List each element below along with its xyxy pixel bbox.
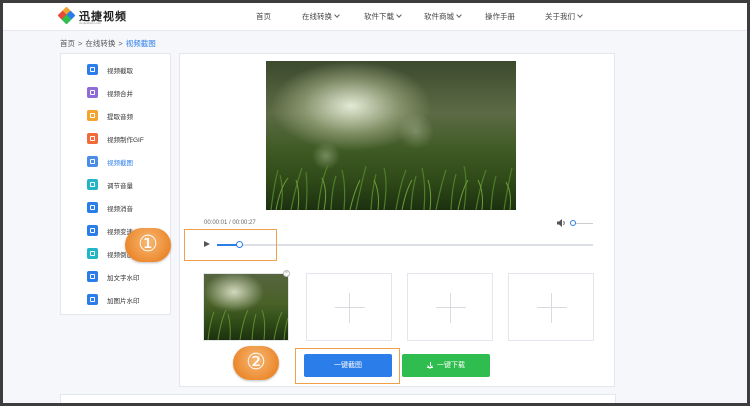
breadcrumb-parent[interactable]: 在线转换 [85,39,115,48]
sidebar-item-label: 视频消音 [107,205,133,213]
chevron-down-icon [577,12,583,18]
nav-manual[interactable]: 操作手册 [485,3,515,31]
reverse-icon [87,248,98,259]
grass-image [270,164,513,210]
video-preview[interactable] [266,61,516,210]
breadcrumb-separator: > [78,39,83,48]
plus-icon [436,307,466,308]
screenshot-workspace: 00:00:01 / 00:00:27 × 一键截图 一键下载 [179,53,615,387]
sidebar-item-extract-audio[interactable]: 提取音频 [61,104,172,127]
nav-label: 操作手册 [485,12,515,21]
sidebar-item-label: 视频合并 [107,90,133,98]
volume-knob[interactable] [570,220,576,226]
nav-label: 在线转换 [302,12,332,21]
merge-icon [87,87,98,98]
sidebar-item-label: 视频制作GIF [107,136,144,144]
sidebar-item-label: 调节音量 [107,182,133,190]
sidebar-item-mute-video[interactable]: 视频消音 [61,196,172,219]
site-logo[interactable]: 迅捷视频 xunjieshipin.com [57,6,139,26]
page: 迅捷视频 xunjieshipin.com 首页 在线转换 软件下载 软件商城 … [3,3,747,403]
breadcrumb-home[interactable]: 首页 [60,39,75,48]
plus-icon [349,293,350,323]
annotation-step-2: ② [233,346,279,380]
nav-label: 首页 [256,12,271,21]
text-watermark-icon [87,271,98,282]
speaker-icon[interactable] [557,219,567,227]
thumbnail-slot-empty[interactable] [407,273,493,341]
sidebar-item-image-watermark[interactable]: 加图片水印 [61,288,172,311]
close-icon[interactable]: × [283,270,290,277]
breadcrumb-current: 视频截图 [125,39,156,48]
nav-label: 关于我们 [545,12,575,21]
nav-label: 软件商城 [424,12,454,21]
sidebar-item-text-watermark[interactable]: 加文字水印 [61,265,172,288]
gif-icon [87,133,98,144]
nav-home[interactable]: 首页 [256,3,271,31]
sidebar-item-video-screenshot[interactable]: 视频截图 [61,150,172,173]
sidebar-item-label: 视频截取 [107,67,133,75]
thumbnail-slot-empty[interactable] [306,273,392,341]
breadcrumb-separator: > [118,39,123,48]
nav-about-us[interactable]: 关于我们 [545,3,583,31]
current-time: 00:00:01 [204,220,228,226]
logo-subtext: xunjieshipin.com [79,21,102,25]
screenshot-icon [87,156,98,167]
thumbnail-slot-filled[interactable] [203,273,289,341]
breadcrumb: 首页 > 在线转换 > 视频截图 [60,38,156,49]
sidebar-item-video-merge[interactable]: 视频合并 [61,81,172,104]
scissors-icon [87,64,98,75]
time-separator: / [229,220,231,226]
image-watermark-icon [87,294,98,305]
annotation-step-1: ① [125,228,171,262]
chevron-down-icon [396,12,402,18]
thumbnail-slot-empty[interactable] [508,273,594,341]
chevron-down-icon [334,12,340,18]
plus-icon [450,293,451,323]
plus-icon [335,307,365,308]
nav-software-store[interactable]: 软件商城 [424,3,462,31]
nav-software-download[interactable]: 软件下载 [364,3,402,31]
annotation-box-progress [184,229,277,261]
screenshot-thumbnail [204,274,289,341]
nav-online-convert[interactable]: 在线转换 [302,3,340,31]
sidebar-item-label: 视频截图 [107,159,133,167]
plus-icon [551,293,552,323]
mute-icon [87,202,98,213]
speed-icon [87,225,98,236]
sidebar-item-label: 加文字水印 [107,274,140,282]
grass-image [207,309,289,341]
sidebar-item-video-cut[interactable]: 视频截取 [61,58,172,81]
nav-label: 软件下载 [364,12,394,21]
sidebar-item-label: 加图片水印 [107,297,140,305]
bottom-panel [60,394,616,403]
download-button[interactable]: 一键下载 [402,354,490,377]
volume-icon [87,179,98,190]
download-button-label: 一键下载 [437,362,465,369]
annotation-box-capture [295,348,400,384]
duration: 00:00:27 [232,220,256,226]
tool-sidebar: 视频截取 视频合并 提取音频 视频制作GIF 视频截图 调节音量 视频消音 视频… [60,53,171,315]
headphones-icon [87,110,98,121]
plus-icon [537,307,567,308]
sidebar-item-label: 提取音频 [107,113,133,121]
sidebar-item-video-gif[interactable]: 视频制作GIF [61,127,172,150]
download-icon [427,362,433,368]
logo-icon [57,6,76,25]
playback-time: 00:00:01 / 00:00:27 [204,220,256,226]
sidebar-item-adjust-volume[interactable]: 调节音量 [61,173,172,196]
top-navigation-bar: 迅捷视频 xunjieshipin.com 首页 在线转换 软件下载 软件商城 … [3,3,747,31]
chevron-down-icon [456,12,462,18]
